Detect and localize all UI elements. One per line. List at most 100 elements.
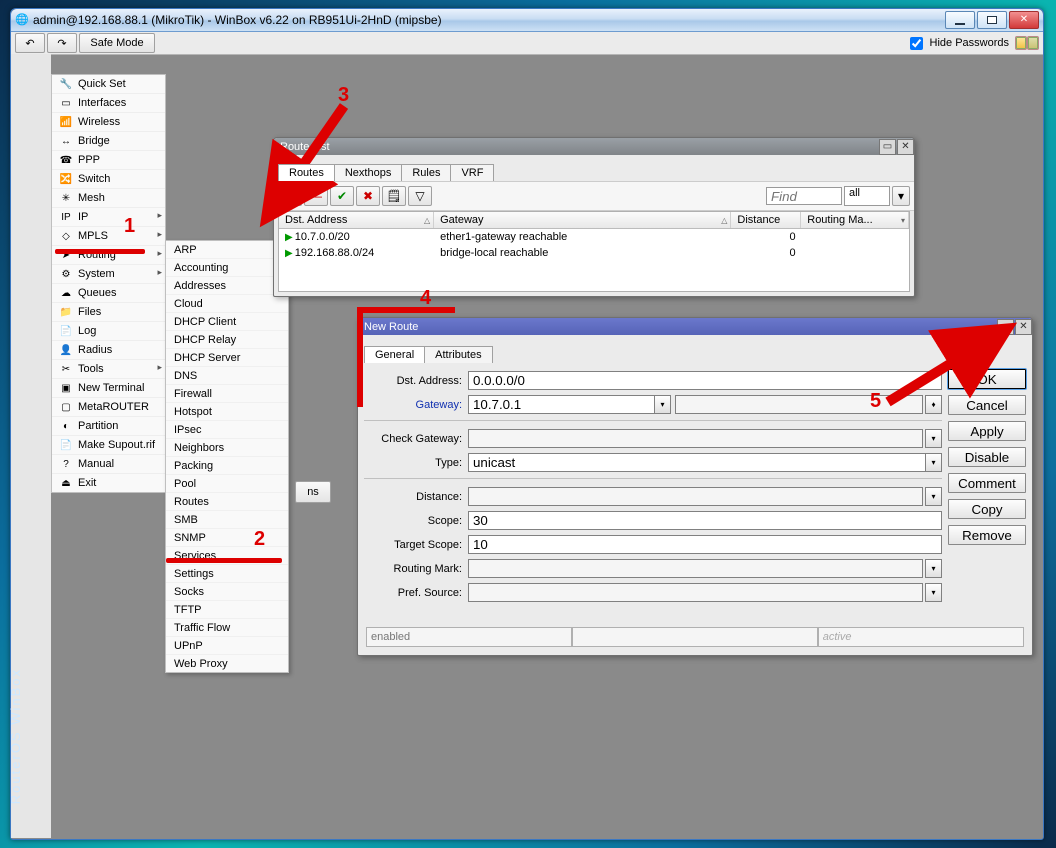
new-route-close[interactable]: ✕ <box>1015 319 1032 335</box>
new-route-window[interactable]: New Route ▭ ✕ GeneralAttributes Dst. Add… <box>357 317 1033 656</box>
gateway-input[interactable] <box>468 395 655 414</box>
new-route-titlebar[interactable]: New Route ▭ ✕ <box>358 318 1032 335</box>
hide-passwords-checkbox[interactable]: Hide Passwords <box>906 34 1009 53</box>
remove-button[interactable]: Remove <box>948 525 1026 545</box>
distance-dropdown[interactable]: ▾ <box>925 487 942 506</box>
menu-item-partition[interactable]: ◐Partition <box>52 417 165 436</box>
route-list-close[interactable]: ✕ <box>897 139 914 155</box>
menu-item-manual[interactable]: ?Manual <box>52 455 165 474</box>
gateway-add-button[interactable]: ♦ <box>925 395 942 414</box>
submenu-item-arp[interactable]: ARP <box>166 241 288 259</box>
filter-select[interactable]: all <box>844 186 890 206</box>
column-header[interactable]: Routing Ma...▾ <box>801 212 909 228</box>
ip-submenu[interactable]: ARPAccountingAddressesCloudDHCP ClientDH… <box>165 240 289 673</box>
ok-button[interactable]: OK <box>948 369 1026 389</box>
new-route-minimize[interactable]: ▭ <box>997 319 1014 335</box>
tab-nexthops[interactable]: Nexthops <box>334 164 402 181</box>
type-input[interactable] <box>468 453 926 472</box>
gateway-dropdown[interactable]: ▾ <box>655 395 671 414</box>
submenu-item-snmp[interactable]: SNMP <box>166 529 288 547</box>
comment-route-button[interactable]: 🗒 <box>382 186 406 206</box>
safe-mode-button[interactable]: Safe Mode <box>79 33 155 53</box>
target-scope-input[interactable] <box>468 535 942 554</box>
column-header[interactable]: Distance <box>731 212 801 228</box>
submenu-item-firewall[interactable]: Firewall <box>166 385 288 403</box>
copy-button[interactable]: Copy <box>948 499 1026 519</box>
submenu-item-settings[interactable]: Settings <box>166 565 288 583</box>
menu-item-make-supout.rif[interactable]: 📄Make Supout.rif <box>52 436 165 455</box>
submenu-item-addresses[interactable]: Addresses <box>166 277 288 295</box>
remove-route-button[interactable]: — <box>304 186 328 206</box>
submenu-item-neighbors[interactable]: Neighbors <box>166 439 288 457</box>
check-gateway-dropdown[interactable]: ▾ <box>925 429 942 448</box>
route-list-window[interactable]: Route List ▭ ✕ RoutesNexthopsRulesVRF ✚ … <box>273 137 915 297</box>
submenu-item-upnp[interactable]: UPnP <box>166 637 288 655</box>
menu-item-interfaces[interactable]: ▭Interfaces <box>52 94 165 113</box>
main-menu[interactable]: 🔧Quick Set▭Interfaces📶Wireless↔Bridge☎PP… <box>51 74 166 493</box>
tab-attributes[interactable]: Attributes <box>424 346 492 363</box>
route-list-titlebar[interactable]: Route List ▭ ✕ <box>274 138 914 155</box>
menu-item-quick-set[interactable]: 🔧Quick Set <box>52 75 165 94</box>
routing-mark-dropdown[interactable]: ▾ <box>925 559 942 578</box>
route-grid[interactable]: Dst. Address△Gateway△DistanceRouting Ma.… <box>278 211 910 292</box>
pref-source-dropdown[interactable]: ▾ <box>925 583 942 602</box>
titlebar[interactable]: 🌐 admin@192.168.88.1 (MikroTik) - WinBox… <box>11 9 1043 32</box>
tab-general[interactable]: General <box>364 346 425 363</box>
route-list-minimize[interactable]: ▭ <box>879 139 896 155</box>
submenu-item-accounting[interactable]: Accounting <box>166 259 288 277</box>
submenu-item-hotspot[interactable]: Hotspot <box>166 403 288 421</box>
tab-routes[interactable]: Routes <box>278 164 335 181</box>
menu-item-log[interactable]: 📄Log <box>52 322 165 341</box>
comment-button[interactable]: Comment <box>948 473 1026 493</box>
route-grid-body[interactable]: ▶10.7.0.0/20ether1-gateway reachable0▶19… <box>279 229 909 291</box>
menu-item-queues[interactable]: ☁Queues <box>52 284 165 303</box>
menu-item-exit[interactable]: ⏏Exit <box>52 474 165 492</box>
submenu-item-cloud[interactable]: Cloud <box>166 295 288 313</box>
route-grid-header[interactable]: Dst. Address△Gateway△DistanceRouting Ma.… <box>279 212 909 229</box>
dst-address-input[interactable] <box>468 371 942 390</box>
table-row[interactable]: ▶10.7.0.0/20ether1-gateway reachable0 <box>279 229 909 245</box>
filter-button[interactable]: ▽ <box>408 186 432 206</box>
filter-dropdown-button[interactable]: ▾ <box>892 186 910 206</box>
submenu-item-dns[interactable]: DNS <box>166 367 288 385</box>
menu-item-new-terminal[interactable]: ▣New Terminal <box>52 379 165 398</box>
minimize-button[interactable] <box>945 11 975 29</box>
add-route-button[interactable]: ✚ <box>278 186 302 206</box>
menu-item-ppp[interactable]: ☎PPP <box>52 151 165 170</box>
submenu-item-packing[interactable]: Packing <box>166 457 288 475</box>
submenu-item-socks[interactable]: Socks <box>166 583 288 601</box>
submenu-item-tftp[interactable]: TFTP <box>166 601 288 619</box>
hide-passwords-input[interactable] <box>910 37 923 50</box>
menu-item-files[interactable]: 📁Files <box>52 303 165 322</box>
enable-route-button[interactable]: ✔ <box>330 186 354 206</box>
undo-button[interactable]: ↶ <box>15 33 45 53</box>
menu-item-radius[interactable]: 👤Radius <box>52 341 165 360</box>
submenu-item-web-proxy[interactable]: Web Proxy <box>166 655 288 672</box>
table-row[interactable]: ▶192.168.88.0/24bridge-local reachable0 <box>279 245 909 261</box>
cancel-button[interactable]: Cancel <box>948 395 1026 415</box>
type-dropdown[interactable]: ▾ <box>926 453 942 472</box>
menu-item-wireless[interactable]: 📶Wireless <box>52 113 165 132</box>
submenu-item-dhcp-relay[interactable]: DHCP Relay <box>166 331 288 349</box>
pref-source-input[interactable] <box>468 583 923 602</box>
tab-vrf[interactable]: VRF <box>450 164 494 181</box>
menu-item-mesh[interactable]: ✳Mesh <box>52 189 165 208</box>
submenu-item-pool[interactable]: Pool <box>166 475 288 493</box>
submenu-item-dhcp-client[interactable]: DHCP Client <box>166 313 288 331</box>
find-input[interactable] <box>766 187 842 205</box>
submenu-item-dhcp-server[interactable]: DHCP Server <box>166 349 288 367</box>
route-list-hidden-button[interactable]: ns <box>295 481 331 503</box>
check-gateway-input[interactable] <box>468 429 923 448</box>
distance-input[interactable] <box>468 487 923 506</box>
disable-route-button[interactable]: ✖ <box>356 186 380 206</box>
menu-item-tools[interactable]: ✂Tools▸ <box>52 360 165 379</box>
redo-button[interactable]: ↷ <box>47 33 77 53</box>
routing-mark-input[interactable] <box>468 559 923 578</box>
menu-item-bridge[interactable]: ↔Bridge <box>52 132 165 151</box>
tab-rules[interactable]: Rules <box>401 164 451 181</box>
submenu-item-smb[interactable]: SMB <box>166 511 288 529</box>
submenu-item-ipsec[interactable]: IPsec <box>166 421 288 439</box>
disable-button[interactable]: Disable <box>948 447 1026 467</box>
menu-item-metarouter[interactable]: ▢MetaROUTER <box>52 398 165 417</box>
menu-item-system[interactable]: ⚙System▸ <box>52 265 165 284</box>
